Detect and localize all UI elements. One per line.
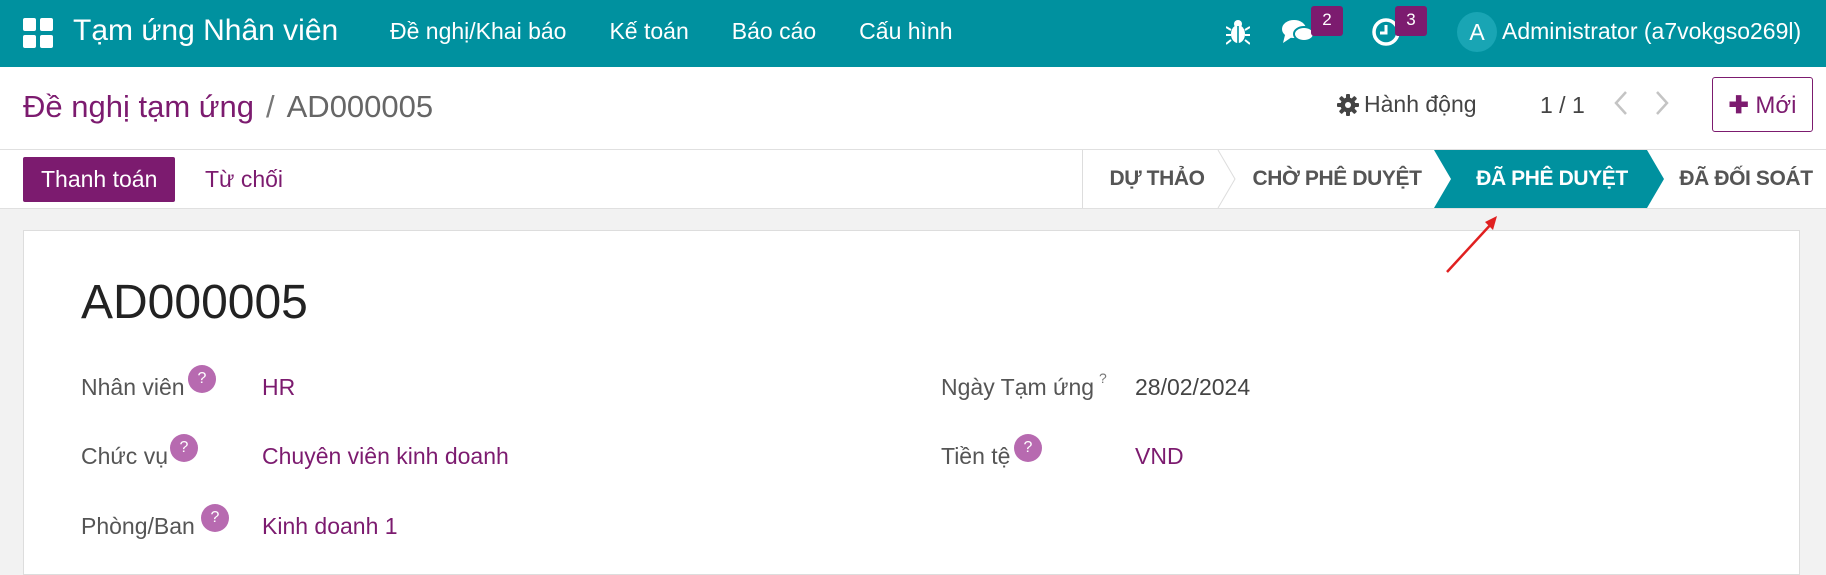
bug-icon[interactable] (1226, 18, 1250, 46)
currency-label: Tiền tệ (941, 443, 1011, 469)
employee-help-icon[interactable]: ? (188, 365, 216, 393)
control-panel: Đề nghị tạm ứng / AD000005 Hành động 1 / 1… (0, 67, 1826, 149)
new-record-label: Mới (1755, 92, 1797, 119)
app-title[interactable]: Tạm ứng Nhân viên (73, 14, 338, 48)
form-sheet: AD000005 Nhân viên ? HR Chức vụ ? Chuyên… (23, 230, 1800, 575)
currency-field[interactable]: VND (1135, 443, 1184, 470)
job-help-icon[interactable]: ? (170, 434, 198, 462)
pay-button[interactable]: Thanh toán (23, 157, 176, 202)
messages-count-badge: 2 (1311, 6, 1343, 36)
breadcrumb-separator: / (266, 89, 275, 124)
gear-icon (1337, 93, 1359, 116)
pager-value[interactable]: 1 / 1 (1540, 92, 1585, 119)
form-statusbar: Thanh toán Từ chối DỰ THẢO CHỜ PHÊ DUYỆT… (0, 149, 1826, 209)
action-menu-label: Hành động (1364, 91, 1477, 117)
top-navbar: Tạm ứng Nhân viên Đề nghị/Khai báo Kế to… (0, 0, 1826, 67)
stage-approved[interactable]: ĐÃ PHÊ DUYỆT (1452, 150, 1652, 208)
breadcrumb: Đề nghị tạm ứng / AD000005 (23, 89, 433, 125)
currency-help-icon[interactable]: ? (1014, 434, 1042, 462)
employee-label: Nhân viên (81, 374, 185, 400)
breadcrumb-parent-link[interactable]: Đề nghị tạm ứng (23, 89, 254, 124)
job-field[interactable]: Chuyên viên kinh doanh (262, 443, 509, 470)
chevron-right-icon[interactable] (1654, 90, 1670, 116)
reject-button[interactable]: Từ chối (205, 157, 283, 202)
new-record-button[interactable]: ✚ Mới (1712, 77, 1813, 132)
advance-date-label: Ngày Tạm ứng (941, 374, 1095, 400)
department-field[interactable]: Kinh doanh 1 (262, 513, 398, 540)
user-menu[interactable]: Administrator (a7vokgso269l) (1502, 18, 1801, 45)
breadcrumb-current: AD000005 (286, 89, 434, 124)
annotation-arrow (1446, 216, 1497, 273)
stage-reconciled[interactable]: ĐÃ ĐỐI SOÁT (1666, 150, 1826, 208)
activities-count-badge: 3 (1395, 6, 1427, 36)
menu-item-accounting[interactable]: Kế toán (609, 18, 688, 45)
avatar[interactable]: A (1457, 12, 1497, 52)
advance-date-help-icon[interactable]: ? (1099, 370, 1107, 386)
job-label: Chức vụ (81, 443, 168, 469)
employee-field[interactable]: HR (262, 374, 295, 401)
department-label: Phòng/Ban (81, 513, 195, 539)
menu-item-configuration[interactable]: Cấu hình (859, 18, 952, 45)
advance-date-field[interactable]: 28/02/2024 (1135, 374, 1250, 401)
stage-pipeline: DỰ THẢO CHỜ PHÊ DUYỆT ĐÃ PHÊ DUYỆT ĐÃ ĐỐ… (1082, 150, 1826, 208)
menu-item-reports[interactable]: Báo cáo (732, 18, 816, 45)
stage-waiting-approval[interactable]: CHỜ PHÊ DUYỆT (1237, 150, 1437, 208)
menu-item-requests[interactable]: Đề nghị/Khai báo (390, 18, 566, 45)
main-menu: Đề nghị/Khai báo Kế toán Báo cáo Cấu hìn… (390, 18, 996, 45)
action-menu-button[interactable]: Hành động (1337, 91, 1477, 118)
apps-grid-icon[interactable] (23, 18, 53, 48)
department-help-icon[interactable]: ? (201, 504, 229, 532)
record-title: AD000005 (81, 276, 308, 329)
stage-draft[interactable]: DỰ THẢO (1082, 150, 1232, 208)
messages-icon[interactable] (1281, 17, 1315, 47)
chevron-left-icon[interactable] (1613, 90, 1629, 116)
plus-icon: ✚ (1728, 92, 1749, 119)
